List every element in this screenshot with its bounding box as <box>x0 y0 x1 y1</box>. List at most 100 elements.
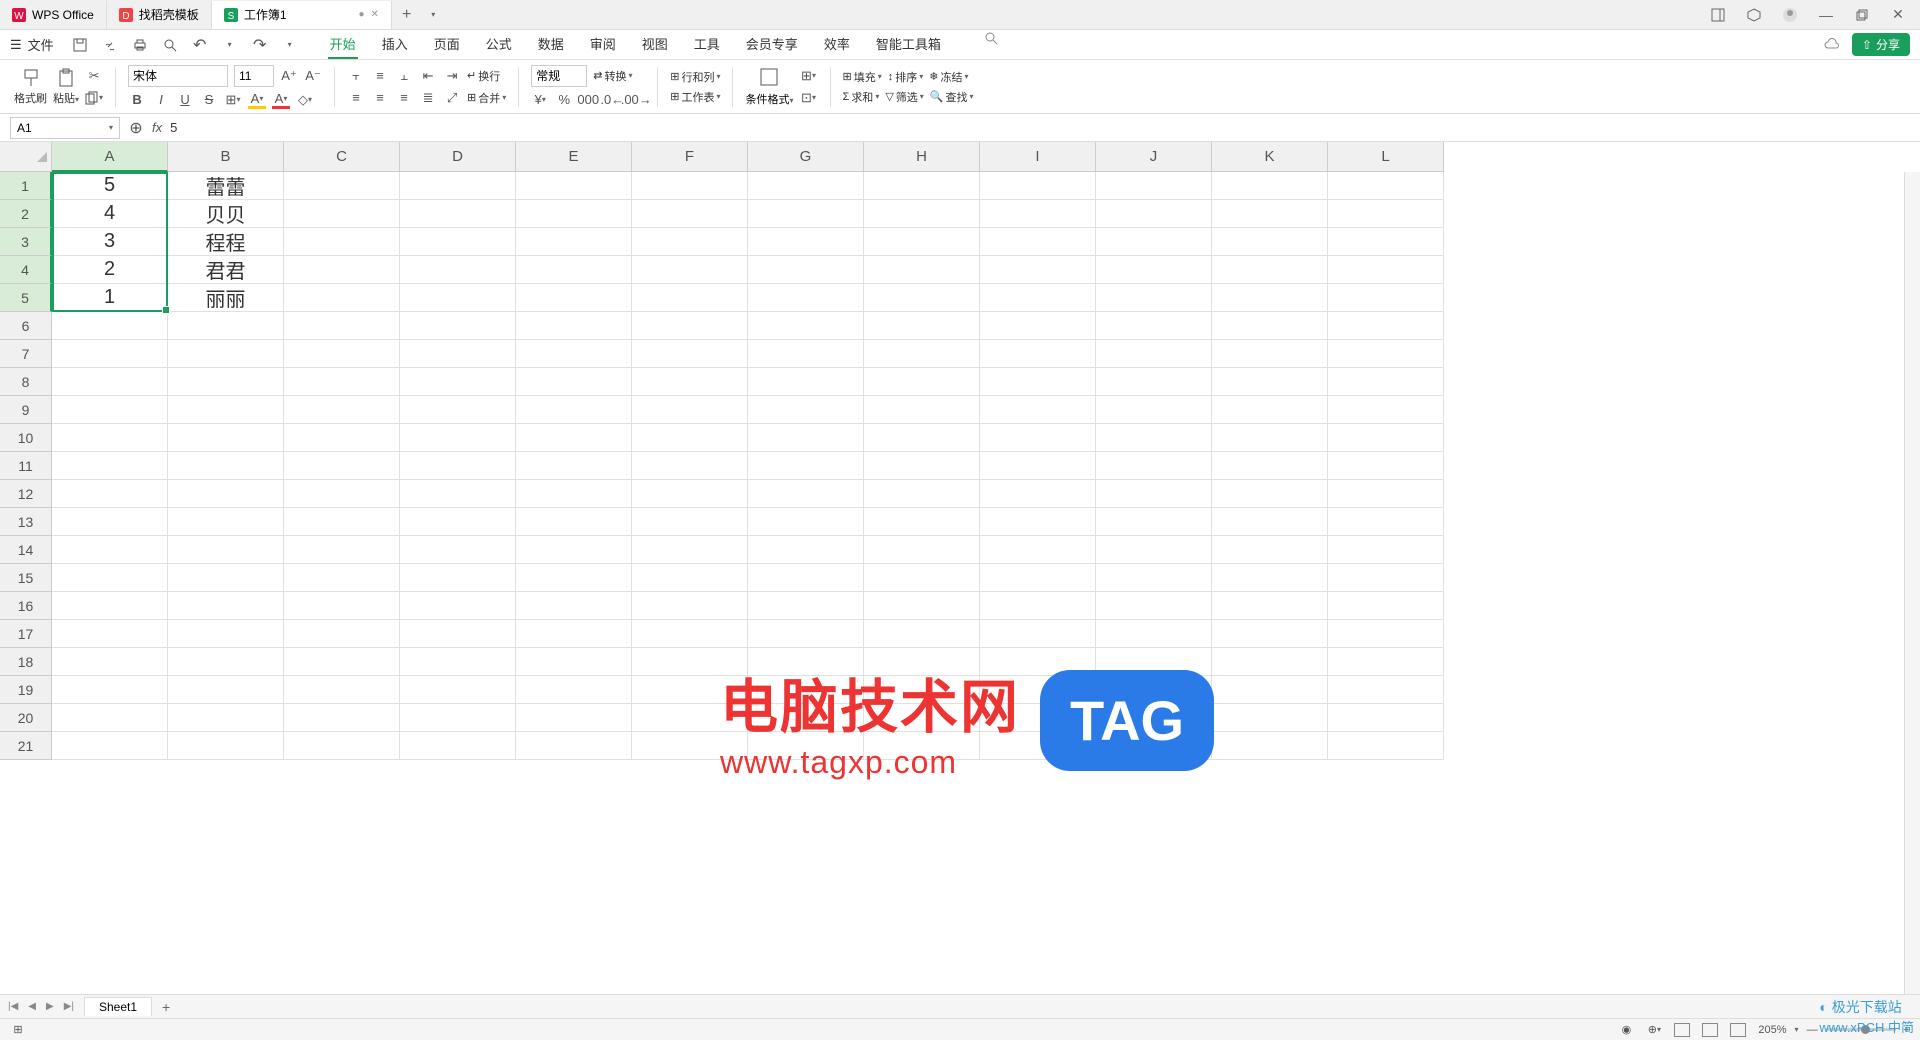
decrease-font-icon[interactable]: A⁻ <box>304 67 322 85</box>
row-header[interactable]: 3 <box>0 228 52 256</box>
percent-icon[interactable]: % <box>555 91 573 109</box>
cell[interactable] <box>748 312 864 340</box>
cell[interactable] <box>632 536 748 564</box>
col-header-L[interactable]: L <box>1328 142 1444 172</box>
cell[interactable] <box>748 172 864 200</box>
cell[interactable] <box>1212 732 1328 760</box>
minimize-icon[interactable]: — <box>1818 7 1834 23</box>
indent-left-icon[interactable]: ⇤ <box>419 67 437 85</box>
col-header-A[interactable]: A <box>52 142 168 172</box>
cell[interactable] <box>400 564 516 592</box>
align-justify-icon[interactable]: ≣ <box>419 89 437 107</box>
cell[interactable] <box>1328 648 1444 676</box>
cell[interactable] <box>1328 340 1444 368</box>
cell[interactable] <box>284 676 400 704</box>
file-menu[interactable]: ☰ 文件 <box>10 35 54 54</box>
cell[interactable] <box>284 536 400 564</box>
cell[interactable] <box>516 396 632 424</box>
cell[interactable] <box>632 396 748 424</box>
formula-input[interactable]: 5 <box>170 120 1910 135</box>
convert-button[interactable]: ⇄转换▾ <box>593 68 632 84</box>
cell[interactable] <box>1328 200 1444 228</box>
cell[interactable] <box>1328 564 1444 592</box>
cell[interactable] <box>748 592 864 620</box>
cell[interactable] <box>1212 452 1328 480</box>
cell[interactable] <box>52 536 168 564</box>
cell[interactable] <box>748 284 864 312</box>
row-header[interactable]: 2 <box>0 200 52 228</box>
fill-color-icon[interactable]: A▾ <box>248 91 266 109</box>
cell[interactable] <box>864 424 980 452</box>
cell[interactable] <box>632 592 748 620</box>
view-normal-icon[interactable] <box>1674 1023 1690 1037</box>
tab-workbook[interactable]: S 工作簿1 ● ✕ <box>212 1 392 29</box>
target-icon[interactable]: ⊕▾ <box>1646 1022 1662 1038</box>
cell[interactable] <box>748 536 864 564</box>
cell[interactable] <box>980 256 1096 284</box>
tab-view[interactable]: 视图 <box>640 30 670 59</box>
next-sheet-icon[interactable]: ▶ <box>46 1001 54 1012</box>
align-top-icon[interactable]: ⫟ <box>347 67 365 85</box>
cell[interactable] <box>1212 592 1328 620</box>
cell[interactable] <box>980 704 1096 732</box>
col-header-F[interactable]: F <box>632 142 748 172</box>
search-menu-icon[interactable] <box>983 30 999 46</box>
col-header-E[interactable]: E <box>516 142 632 172</box>
cell[interactable] <box>516 228 632 256</box>
preview-icon[interactable] <box>162 37 178 53</box>
find-button[interactable]: 🔍查找▾ <box>930 89 974 105</box>
cell[interactable] <box>1212 172 1328 200</box>
cell[interactable] <box>516 732 632 760</box>
cell[interactable] <box>168 424 284 452</box>
row-header[interactable]: 13 <box>0 508 52 536</box>
row-header[interactable]: 10 <box>0 424 52 452</box>
cell[interactable] <box>516 508 632 536</box>
col-header-D[interactable]: D <box>400 142 516 172</box>
cell[interactable] <box>52 648 168 676</box>
cell[interactable] <box>864 508 980 536</box>
cell[interactable] <box>1212 480 1328 508</box>
cell[interactable]: 1 <box>52 284 168 312</box>
align-bottom-icon[interactable]: ⫠ <box>395 67 413 85</box>
tab-member[interactable]: 会员专享 <box>744 30 800 59</box>
copy-icon[interactable]: ▾ <box>85 89 103 107</box>
cell[interactable] <box>1096 452 1212 480</box>
row-header[interactable]: 15 <box>0 564 52 592</box>
cell[interactable] <box>284 592 400 620</box>
cell[interactable] <box>980 200 1096 228</box>
cell[interactable] <box>168 508 284 536</box>
cell[interactable] <box>1096 424 1212 452</box>
merge-button[interactable]: ⊞合并▾ <box>467 90 506 106</box>
cell[interactable] <box>400 172 516 200</box>
cell[interactable] <box>864 340 980 368</box>
cell[interactable] <box>52 340 168 368</box>
cell[interactable] <box>168 732 284 760</box>
name-box-dropdown-icon[interactable]: ▾ <box>109 123 113 132</box>
orientation-icon[interactable]: ⤢ <box>443 89 461 107</box>
cell[interactable]: 2 <box>52 256 168 284</box>
cell[interactable] <box>52 424 168 452</box>
cut-icon[interactable]: ✂ <box>85 67 103 85</box>
cell[interactable] <box>864 368 980 396</box>
cell[interactable]: 5 <box>52 172 168 200</box>
col-header-K[interactable]: K <box>1212 142 1328 172</box>
wrap-button[interactable]: ↵换行 <box>467 68 500 84</box>
cell[interactable] <box>284 480 400 508</box>
cell[interactable]: 3 <box>52 228 168 256</box>
zoom-slider[interactable] <box>1826 1028 1896 1031</box>
cell[interactable] <box>52 564 168 592</box>
row-header[interactable]: 7 <box>0 340 52 368</box>
cell[interactable] <box>632 424 748 452</box>
cell[interactable] <box>980 284 1096 312</box>
cell[interactable] <box>1212 620 1328 648</box>
cell[interactable] <box>1096 704 1212 732</box>
name-box[interactable]: A1 ▾ <box>10 117 120 139</box>
cell[interactable] <box>1212 648 1328 676</box>
cell[interactable] <box>168 564 284 592</box>
zoom-in-icon[interactable]: + <box>1904 1024 1910 1036</box>
font-size-select[interactable] <box>234 65 274 87</box>
cell[interactable] <box>1096 172 1212 200</box>
cell[interactable] <box>980 312 1096 340</box>
cell[interactable] <box>1096 368 1212 396</box>
cell[interactable] <box>1212 396 1328 424</box>
